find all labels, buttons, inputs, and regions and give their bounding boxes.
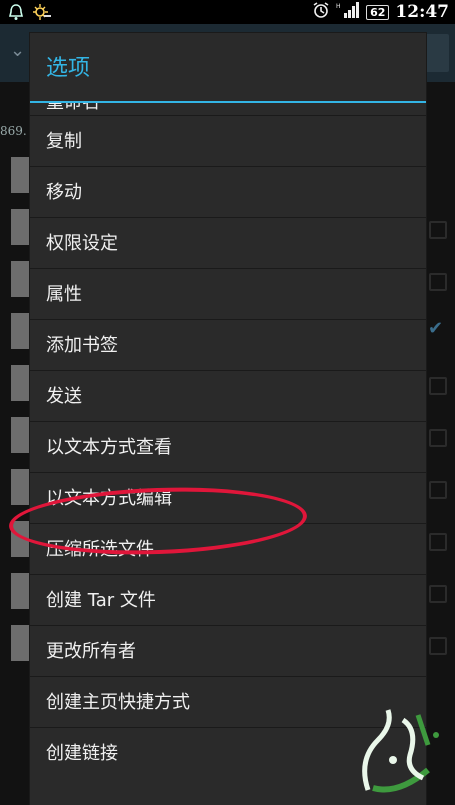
file-thumbnail bbox=[11, 313, 29, 349]
file-checkbox bbox=[429, 273, 447, 291]
battery-indicator: 62 bbox=[366, 4, 390, 20]
menu-item-create-home-shortcut[interactable]: 创建主页快捷方式 bbox=[30, 676, 426, 727]
file-checkbox bbox=[429, 221, 447, 239]
file-checkbox bbox=[429, 481, 447, 499]
menu-item-label: 重命名 bbox=[46, 103, 100, 113]
file-thumbnail bbox=[11, 469, 29, 505]
checkmark-icon: ✔ bbox=[428, 318, 444, 339]
alarm-icon bbox=[312, 1, 330, 23]
file-thumbnail bbox=[11, 365, 29, 401]
menu-item-move[interactable]: 移动 bbox=[30, 166, 426, 217]
menu-item-create-tar[interactable]: 创建 Tar 文件 bbox=[30, 574, 426, 625]
menu-item-rename[interactable]: 重命名 bbox=[30, 103, 426, 115]
file-checkbox bbox=[429, 533, 447, 551]
status-bar: H 62 12:47 bbox=[0, 0, 455, 24]
weather-sun-icon bbox=[32, 3, 52, 25]
file-checkbox bbox=[429, 637, 447, 655]
file-thumbnail bbox=[11, 625, 29, 661]
menu-item-permissions[interactable]: 权限设定 bbox=[30, 217, 426, 268]
menu-item-change-owner[interactable]: 更改所有者 bbox=[30, 625, 426, 676]
menu-item-add-bookmark[interactable]: 添加书签 bbox=[30, 319, 426, 370]
background-button bbox=[425, 34, 449, 72]
file-thumbnail bbox=[11, 521, 29, 557]
menu-item-send[interactable]: 发送 bbox=[30, 370, 426, 421]
svg-text:H: H bbox=[336, 3, 341, 10]
menu-item-edit-as-text[interactable]: 以文本方式编辑 bbox=[30, 472, 426, 523]
menu-item-view-as-text[interactable]: 以文本方式查看 bbox=[30, 421, 426, 472]
file-checkbox bbox=[429, 585, 447, 603]
menu-item-create-link[interactable]: 创建链接 bbox=[30, 727, 426, 778]
menu-item-copy[interactable]: 复制 bbox=[30, 115, 426, 166]
file-thumbnail bbox=[11, 157, 29, 193]
clock: 12:47 bbox=[395, 2, 449, 22]
dialog-title: 选项 bbox=[46, 56, 91, 81]
options-dialog: 选项 重命名 复制 移动 权限设定 属性 添加书签 发送 以文本方式查看 以文本… bbox=[30, 33, 426, 805]
chevron-down-icon: ⌄ bbox=[10, 40, 26, 61]
file-thumbnail bbox=[11, 417, 29, 453]
file-checkbox bbox=[429, 377, 447, 395]
notification-bell-icon bbox=[8, 3, 24, 25]
options-list: 重命名 复制 移动 权限设定 属性 添加书签 发送 以文本方式查看 以文本方式编… bbox=[30, 103, 426, 778]
menu-item-properties[interactable]: 属性 bbox=[30, 268, 426, 319]
menu-item-compress-selected[interactable]: 压缩所选文件 bbox=[30, 523, 426, 574]
file-thumbnail bbox=[11, 573, 29, 609]
background-path-label: 869. bbox=[0, 124, 27, 138]
file-thumbnail bbox=[11, 209, 29, 245]
signal-icon: H bbox=[336, 1, 360, 23]
file-thumbnail bbox=[11, 261, 29, 297]
file-checkbox bbox=[429, 429, 447, 447]
